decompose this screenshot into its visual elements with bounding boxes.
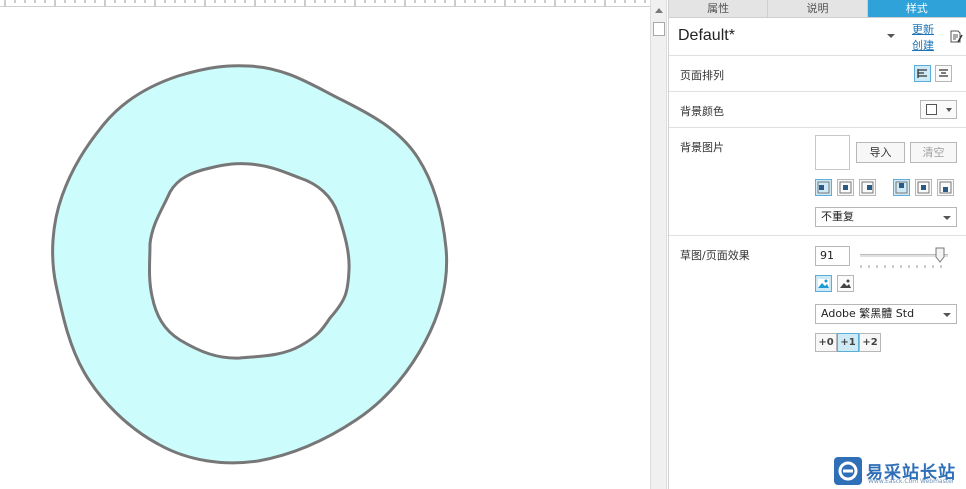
design-canvas[interactable] <box>0 0 650 489</box>
bg-color-label: 背景颜色 <box>680 105 724 118</box>
image-halign-right-button[interactable] <box>859 179 876 196</box>
scrollbar-thumb[interactable] <box>653 22 665 36</box>
page-align-row: 页面排列 <box>669 56 966 92</box>
line-width-plus2-button[interactable]: +2 <box>859 333 881 352</box>
chevron-down-icon <box>943 216 951 220</box>
create-link[interactable]: 创建 <box>912 37 934 53</box>
update-link[interactable]: 更新 <box>912 21 934 37</box>
align-left-button[interactable] <box>914 65 931 82</box>
brand-logo-icon <box>834 457 862 485</box>
bg-color-row: 背景颜色 <box>669 92 966 128</box>
image-halign-center-button[interactable] <box>837 179 854 196</box>
image-valign-middle-button[interactable] <box>915 179 932 196</box>
line-width-plus1-button[interactable]: +1 <box>837 333 859 352</box>
line-width-group: +0 +1 +2 <box>815 333 885 353</box>
sketchiness-slider[interactable] <box>860 246 950 270</box>
tab-notes[interactable]: 说明 <box>768 0 868 17</box>
edit-style-icon[interactable] <box>949 30 963 44</box>
slider-ticks <box>860 265 942 268</box>
color-swatch <box>926 104 937 115</box>
align-center-button[interactable] <box>935 65 952 82</box>
bg-color-picker[interactable] <box>920 100 957 119</box>
sketchiness-input[interactable]: 91 <box>815 246 850 266</box>
color-mode-button[interactable] <box>815 275 832 292</box>
sketch-font-value: Adobe 繁黑體 Std <box>821 307 915 320</box>
bg-image-row: 背景图片 导入 清空 不重复 <box>669 128 966 236</box>
sketch-effect-label: 草图/页面效果 <box>680 249 750 262</box>
brand-subtitle: Www.Easck.Com Webmaster <box>868 478 955 485</box>
slider-handle[interactable] <box>935 247 945 263</box>
page-style-name[interactable]: Default* <box>678 27 735 45</box>
page-align-label: 页面排列 <box>680 69 724 82</box>
inspector-panel: 属性 说明 样式 Default* 更新 创建 页面排列 背景颜色 背景图片 导… <box>668 0 966 489</box>
image-repeat-value: 不重复 <box>821 210 854 223</box>
grayscale-mode-button[interactable] <box>837 275 854 292</box>
line-width-plus0-button[interactable]: +0 <box>815 333 837 352</box>
scroll-up-icon[interactable] <box>655 8 663 13</box>
chevron-down-icon <box>943 313 951 317</box>
image-valign-top-button[interactable] <box>893 179 910 196</box>
sketch-font-select[interactable]: Adobe 繁黑體 Std <box>815 304 957 324</box>
bg-image-label: 背景图片 <box>680 141 724 154</box>
image-repeat-select[interactable]: 不重复 <box>815 207 957 227</box>
image-halign-left-button[interactable] <box>815 179 832 196</box>
sketch-effect-row: 草图/页面效果 91 Adobe 繁黑體 Std +0 +1 +2 <box>669 236 966 356</box>
donut-shape[interactable] <box>0 0 650 489</box>
chevron-down-icon <box>946 108 952 112</box>
tab-properties[interactable]: 属性 <box>669 0 769 17</box>
bg-image-preview <box>815 135 850 170</box>
vertical-scrollbar[interactable] <box>650 0 667 489</box>
page-style-selector-row: Default* 更新 创建 <box>669 18 966 56</box>
image-valign-bottom-button[interactable] <box>937 179 954 196</box>
site-watermark: 易采站长站 Www.Easck.Com Webmaster <box>832 456 966 489</box>
tab-style[interactable]: 样式 <box>867 0 966 17</box>
inspector-tabs: 属性 说明 样式 <box>669 0 966 18</box>
clear-image-button[interactable]: 清空 <box>910 142 957 163</box>
chevron-down-icon[interactable] <box>887 34 895 38</box>
import-image-button[interactable]: 导入 <box>856 142 905 163</box>
